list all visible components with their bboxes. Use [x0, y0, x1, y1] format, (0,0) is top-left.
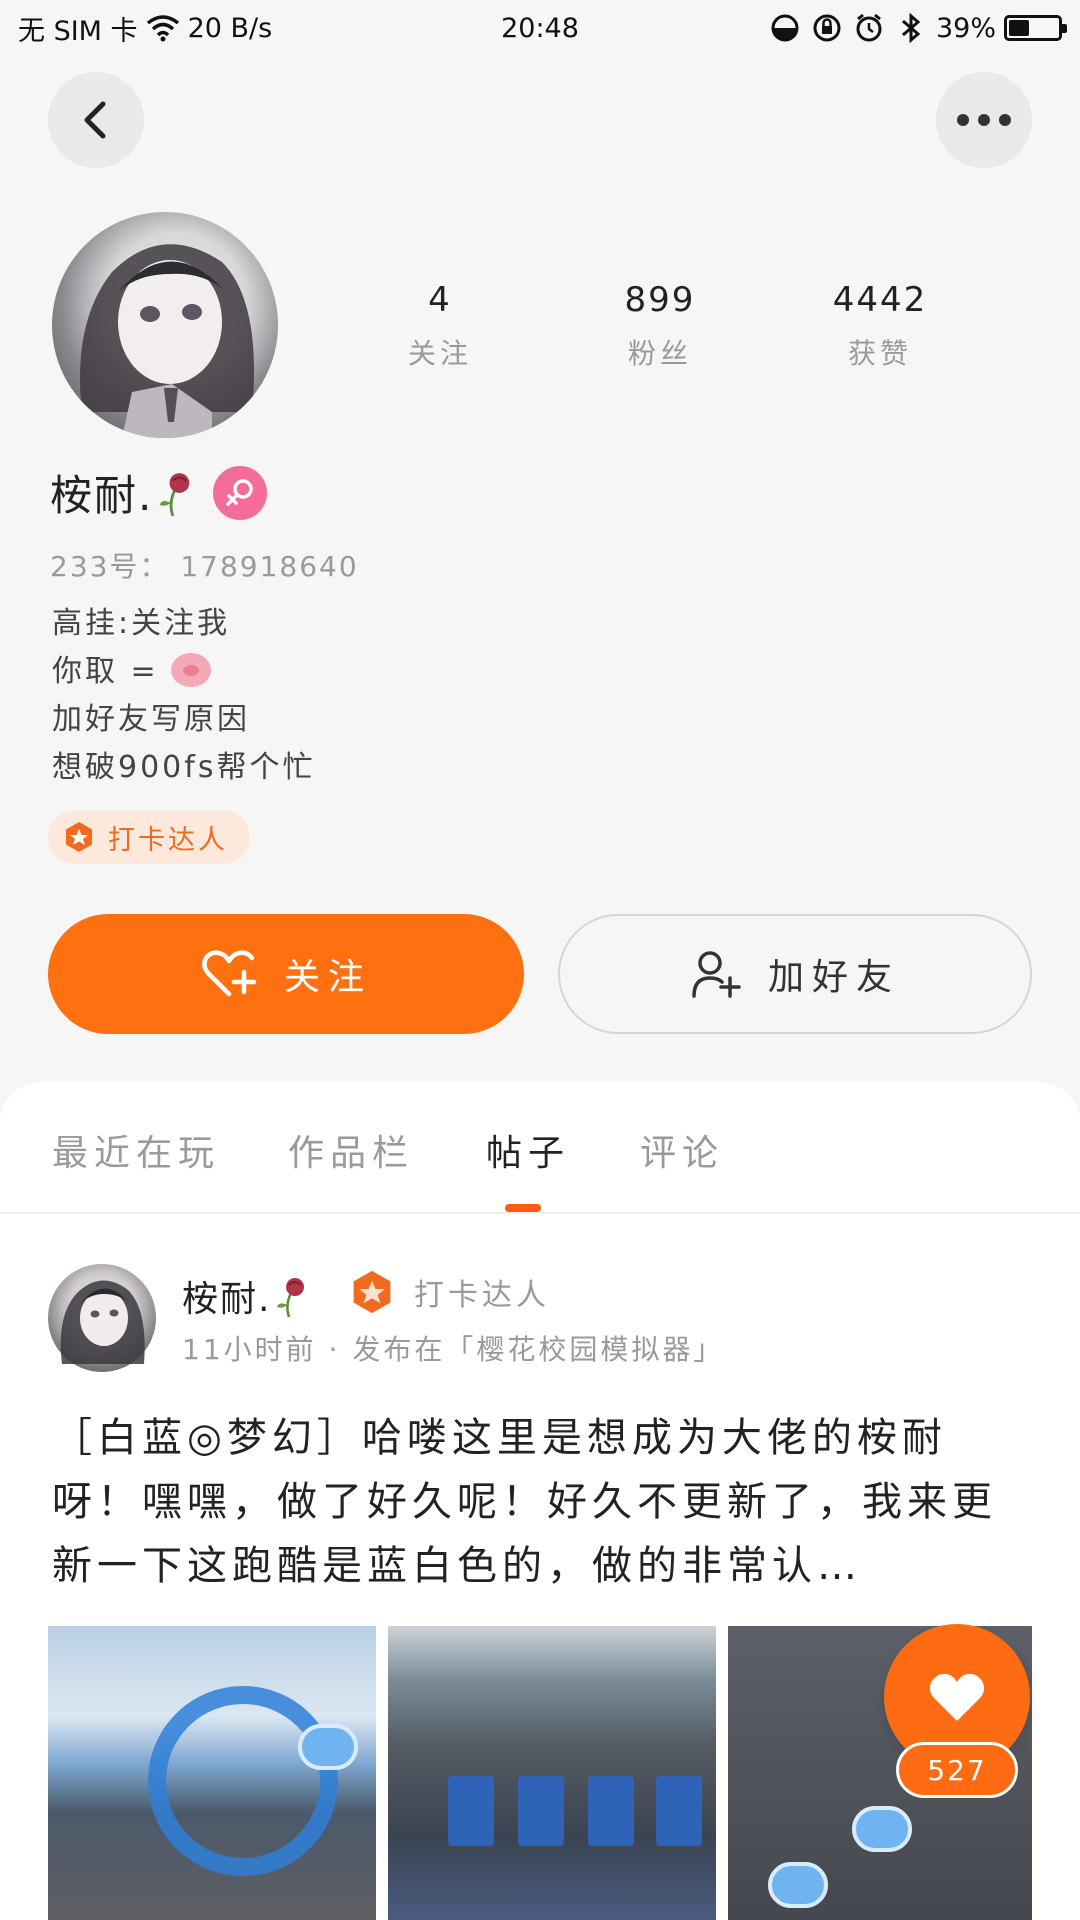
heart-plus-icon — [202, 950, 257, 997]
status-right: 39% — [768, 11, 1067, 45]
heart-icon — [929, 1673, 985, 1721]
alarm-icon — [852, 11, 886, 45]
lock-rotation-icon — [810, 11, 844, 45]
more-button[interactable] — [936, 72, 1032, 168]
check-in-hexagon-icon — [62, 820, 96, 854]
stat-value: 899 — [624, 280, 696, 320]
avatar-illustration — [80, 244, 254, 438]
stat-label: 关注 — [407, 337, 472, 370]
add-user-icon — [692, 951, 741, 998]
image-block-shape — [448, 1776, 494, 1846]
stat-following[interactable]: 4 关注 — [340, 280, 540, 372]
status-bar: 无 SIM 卡 20 B/s 20:48 39% — [0, 0, 1080, 56]
like-count: 527 — [896, 1742, 1018, 1798]
post-text[interactable]: ［白蓝◎梦幻］哈喽这里是想成为大佬的桉耐呀！嘿嘿，做了好久呢！好久不更新了，我来… — [52, 1406, 1002, 1598]
add-friend-button[interactable]: 加好友 — [558, 914, 1032, 1034]
wilted-rose-icon — [277, 1278, 305, 1318]
bio-line-text: 你取 = — [52, 654, 172, 689]
post-author-avatar[interactable] — [48, 1264, 156, 1372]
chevron-left-icon — [84, 101, 106, 139]
check-in-badge[interactable]: 打卡达人 — [48, 810, 250, 864]
network-speed: 20 B/s — [187, 12, 273, 44]
female-icon — [213, 465, 268, 520]
image-block-shape — [588, 1776, 634, 1846]
tab-comments[interactable]: 评论 — [640, 1124, 724, 1176]
battery-percent: 39% — [935, 12, 996, 44]
tab-works[interactable]: 作品栏 — [288, 1124, 414, 1176]
profile-avatar[interactable] — [52, 212, 278, 438]
battery-icon — [1004, 15, 1067, 41]
user-bio: 高挂:关注我 你取 = 加好友写原因 想破900fs帮个忙 — [52, 600, 315, 792]
stat-label: 获赞 — [847, 337, 912, 370]
battery-level-fill — [1009, 20, 1029, 36]
tab-bar: 最近在玩 作品栏 帖子 评论 — [0, 1082, 1080, 1214]
user-name: 桉耐. — [50, 462, 197, 523]
follow-button-label: 关注 — [283, 957, 372, 998]
pig-face-icon — [171, 653, 212, 687]
bio-line: 你取 = — [52, 648, 315, 696]
profile-stats: 4 关注 899 粉丝 4442 获赞 — [330, 280, 990, 372]
post-badge-label: 打卡达人 — [414, 1278, 550, 1313]
stat-likes[interactable]: 4442 获赞 — [780, 280, 980, 372]
image-heart-shape — [852, 1806, 912, 1852]
back-button[interactable] — [48, 72, 144, 168]
more-dots-icon — [957, 114, 1011, 126]
wifi-icon — [146, 11, 180, 45]
image-heart-shape — [768, 1862, 828, 1908]
tab-recently-played[interactable]: 最近在玩 — [52, 1124, 220, 1176]
tab-posts[interactable]: 帖子 — [486, 1124, 570, 1176]
post-author-text: 桉耐. — [182, 1279, 272, 1320]
add-friend-button-label: 加好友 — [767, 957, 900, 998]
check-in-badge-label: 打卡达人 — [108, 824, 228, 856]
bio-line: 高挂:关注我 — [52, 606, 231, 641]
bio-line: 想破900fs帮个忙 — [52, 750, 316, 785]
profile-page: 无 SIM 卡 20 B/s 20:48 39% 4 关注 899 粉丝 444… — [0, 0, 1080, 1920]
wilted-rose-icon — [159, 473, 190, 517]
post-meta[interactable]: 11小时前 · 发布在「樱花校园模拟器」 — [182, 1328, 724, 1368]
active-tab-indicator — [505, 1204, 541, 1212]
check-in-hexagon-icon — [348, 1268, 396, 1316]
user-id: 233号： 178918640 — [50, 550, 359, 583]
bio-line: 加好友写原因 — [52, 702, 250, 737]
image-block-shape — [656, 1776, 702, 1846]
bluetooth-icon — [894, 11, 928, 45]
user-name-text: 桉耐. — [50, 471, 154, 520]
post-author-badge: 打卡达人 — [348, 1268, 550, 1316]
stat-value: 4 — [428, 280, 452, 320]
post-image[interactable] — [48, 1626, 376, 1920]
post-image[interactable] — [388, 1626, 716, 1920]
status-left: 无 SIM 卡 20 B/s — [18, 9, 272, 48]
stat-value: 4442 — [832, 280, 928, 320]
image-heart-shape — [298, 1724, 358, 1770]
image-block-shape — [518, 1776, 564, 1846]
post-avatar-illustration — [60, 1280, 145, 1364]
carrier-text: 无 SIM 卡 — [18, 15, 138, 47]
name-row: 桉耐. — [50, 462, 268, 523]
image-arch-shape — [148, 1686, 338, 1876]
follow-button[interactable]: 关注 — [48, 914, 524, 1034]
stat-followers[interactable]: 899 粉丝 — [560, 280, 760, 372]
post-author-name[interactable]: 桉耐. — [182, 1270, 311, 1322]
stat-label: 粉丝 — [627, 337, 692, 370]
data-saver-icon — [768, 11, 802, 45]
